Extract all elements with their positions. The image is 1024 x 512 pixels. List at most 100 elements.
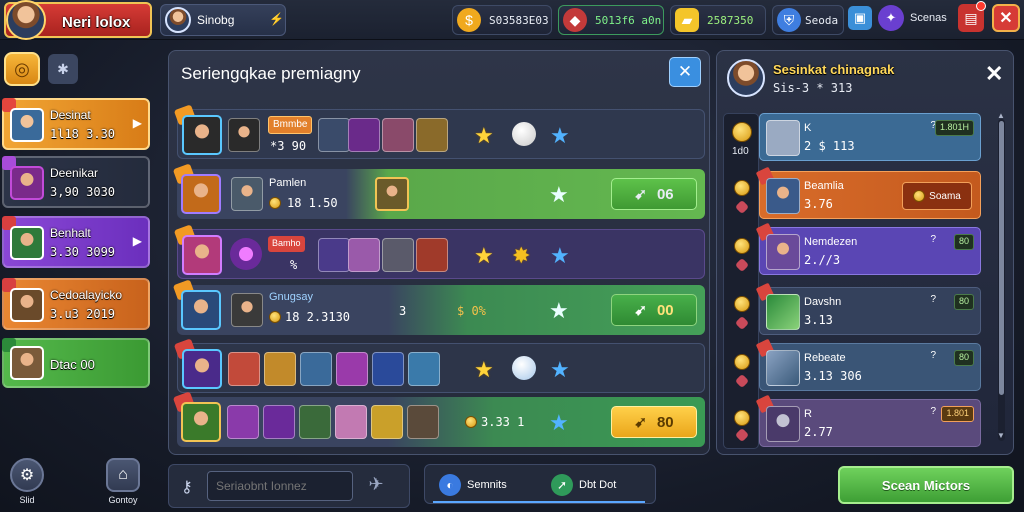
sidebar-card[interactable]: Cedoalayicko 3.u3 2019 [2, 278, 150, 330]
tab-semnits[interactable]: ◐ Semnits [431, 471, 515, 499]
inventory-cube-button[interactable]: ▣ [848, 6, 872, 30]
row-value: 18 1.50 [287, 196, 338, 210]
gold-bar-icon: ▰ [675, 8, 699, 32]
hero-portrait [408, 352, 440, 386]
close-icon[interactable]: ✕ [669, 57, 701, 87]
reward-row[interactable]: Rebeate 3.13 306 ? 80 [755, 338, 981, 391]
nav-settings[interactable]: ⚙ Slid [4, 458, 50, 508]
close-icon[interactable]: ✕ [985, 61, 1003, 87]
friend-name: Sinobg [197, 13, 235, 27]
item-tag: 1.801H [934, 120, 974, 136]
action-button[interactable]: ➹ 00 [611, 294, 697, 326]
shield-icon: ⛨ [777, 8, 801, 32]
item-value: 2.77 [804, 425, 833, 439]
primary-action-button[interactable]: Scean Mictors [838, 466, 1014, 504]
quests-button[interactable]: ◎ [4, 52, 40, 86]
hero-portrait [231, 293, 263, 327]
item-name: Rebeate [804, 352, 846, 364]
hero-portrait [231, 177, 263, 211]
hero-portrait [336, 352, 368, 386]
item-tag: 80 [953, 234, 974, 250]
help-icon[interactable]: ? [930, 234, 936, 245]
star-icon: ★ [549, 298, 569, 323]
card-value: 3.30 3099 [50, 245, 116, 259]
gold-value: 2587350 [707, 14, 754, 27]
card-value: 3.u3 2019 [50, 307, 116, 321]
team-row[interactable]: Bmmbe *3 90 ★ ★ [173, 104, 705, 159]
search-icon[interactable]: ✈ [363, 474, 389, 498]
star-icon: ★ [474, 357, 494, 382]
crystal-button[interactable]: ✦ [878, 5, 904, 31]
gem-icon [734, 373, 750, 389]
settings-gear-icon[interactable]: ✱ [48, 54, 78, 84]
details-title: Sesinkat chinagnak [773, 62, 895, 77]
friend-avatar [165, 7, 191, 33]
coin-icon [732, 122, 752, 142]
nav-shop[interactable]: ⌂ Gontoy [100, 458, 146, 508]
reward-row[interactable]: K 2 $ 113 ? 1.801H [759, 113, 981, 161]
item-icon [766, 294, 800, 330]
reward-row[interactable]: R 2.77 ? 1.801 [755, 394, 981, 447]
reward-row[interactable]: Nemdezen 2.//3 ? 80 [755, 222, 981, 275]
coin-icon [269, 197, 281, 209]
tab-underline [433, 501, 645, 503]
star-icon: ★ [549, 182, 569, 207]
hero-portrait [416, 238, 448, 272]
help-icon[interactable]: ? [930, 294, 936, 305]
search-bar: ⚷ ✈ [168, 464, 410, 508]
sidebar-card[interactable]: Desinat 1l18 3.30 ▶ [2, 98, 150, 150]
nav-label: Slid [19, 495, 35, 505]
sidebar-card[interactable]: Benhalt 3.30 3099 ▶ [2, 216, 150, 268]
hero-portrait [264, 352, 296, 386]
reward-row[interactable]: Davshn 3.13 ? 80 [755, 282, 981, 335]
coin-icon: $ [457, 8, 481, 32]
team-row[interactable]: Bamho % ★ ✸ ★ [173, 224, 705, 279]
team-row[interactable]: ★ ★ [173, 338, 705, 393]
hero-portrait [407, 405, 439, 439]
help-icon[interactable]: ? [930, 350, 936, 361]
help-icon[interactable]: ? [930, 406, 936, 417]
gems-resource[interactable]: ◆ 5013f6 a0n [558, 5, 664, 35]
action-button[interactable]: ➹ 06 [611, 178, 697, 210]
shield-resource[interactable]: ⛨ Seoda [772, 5, 844, 35]
hero-portrait [371, 405, 403, 439]
scrollbar-thumb[interactable] [999, 121, 1004, 395]
hero-portrait [375, 177, 409, 211]
blue-star-icon: ★ [550, 123, 570, 148]
hero-portrait [372, 352, 404, 386]
search-input[interactable] [207, 471, 353, 501]
item-name: K [804, 122, 812, 134]
tab-dbt-dot[interactable]: ➚ Dbt Dot [543, 471, 624, 499]
team-row[interactable]: Pamlen 18 1.50 ★ ➹ 06 [172, 163, 705, 219]
gem-icon [734, 257, 750, 273]
item-badge[interactable]: Soama [902, 182, 972, 210]
row-mid-value: 3 [399, 304, 407, 318]
close-button[interactable]: ✕ [992, 4, 1020, 32]
scroll-down-icon[interactable]: ▼ [997, 431, 1005, 440]
badge-label: Soama [929, 190, 961, 202]
team-row[interactable]: 3.33 1 ★ ➹ 80 [172, 391, 705, 447]
tab-bar: ◐ Semnits ➚ Dbt Dot [424, 464, 656, 504]
player-avatar[interactable] [6, 0, 46, 40]
sidebar-card[interactable]: Dtac 00 [2, 338, 150, 388]
shop-icon: ⌂ [106, 458, 140, 492]
egg-icon [512, 122, 536, 146]
action-value: 00 [656, 301, 674, 319]
hero-portrait [335, 405, 367, 439]
hero-portrait [181, 174, 221, 214]
item-icon [766, 350, 800, 386]
hero-portrait [416, 118, 448, 152]
reward-row[interactable]: Beamlia 3.76 Soama [755, 166, 981, 219]
friend-profile-tag[interactable]: Sinobg ⚡ [160, 4, 286, 36]
hero-portrait [348, 238, 380, 272]
team-row[interactable]: Gnugsay 18 2.3130 3 $ 0% ★ ➹ 00 [172, 279, 705, 335]
hero-portrait [228, 118, 260, 152]
sidebar-card[interactable]: Deenikar 3,90 3030 [2, 156, 150, 208]
hero-portrait [382, 118, 414, 152]
item-value: 2.//3 [804, 253, 841, 267]
notification-badge [976, 1, 986, 11]
gold-resource[interactable]: ▰ 2587350 [670, 5, 766, 35]
coins-resource[interactable]: $ S03583E03 [452, 5, 552, 35]
action-button[interactable]: ➹ 80 [611, 406, 697, 438]
gem-icon [734, 199, 750, 215]
